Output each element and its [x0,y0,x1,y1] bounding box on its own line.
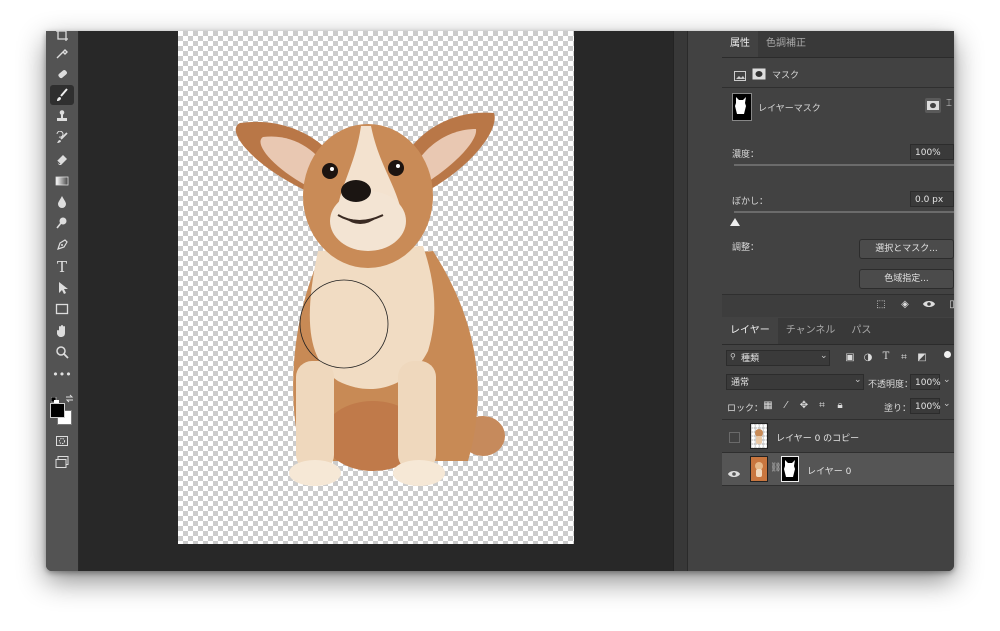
filter-shape-icon[interactable]: ⌗ [896,352,912,363]
document-area [79,31,673,571]
lock-image-icon[interactable]: ⁄ [778,400,794,411]
history-brush-icon[interactable] [50,128,74,148]
feather-slider[interactable] [734,211,954,213]
hand-icon[interactable] [50,321,74,341]
vector-mask-type-icon[interactable] [752,65,766,84]
mask-header: マスク [772,71,800,81]
layer-row[interactable]: レイヤー 0 のコピー [722,420,954,452]
feather-field[interactable]: 0.0 px [910,191,954,207]
layer-mask-thumbnail[interactable] [781,456,799,482]
opacity-chevron-icon[interactable]: ⌄ [943,375,951,385]
layer-thumbnail[interactable] [750,423,768,449]
layer-filter-select[interactable]: 種類 [726,350,830,366]
add-pixel-mask-icon[interactable] [925,98,941,113]
lock-label: ロック： [727,404,764,414]
lock-all-icon[interactable]: 🔒︎ [832,400,848,411]
healing-brush-icon[interactable] [50,64,74,84]
tab-properties[interactable]: 属性 [722,31,758,57]
add-vector-mask-icon[interactable]: ⌶ [946,98,954,113]
filter-type-icon[interactable]: T [878,351,894,362]
blend-mode-value: 通常 [731,378,750,388]
tab-paths[interactable]: パス [843,318,879,344]
eye-icon[interactable] [921,299,937,312]
tab-layers[interactable]: レイヤー [722,318,778,344]
fill-label: 塗り： [884,404,912,414]
collapsed-panel-dock [687,31,723,571]
chevron-down-icon: ⌄ [854,375,862,385]
pen-icon[interactable] [50,235,74,255]
density-label: 濃度： [732,150,760,160]
feather-label: ぼかし： [732,197,769,207]
quick-mask-icon[interactable] [50,431,74,451]
fill-chevron-icon[interactable]: ⌄ [943,399,951,409]
filter-toggle-icon[interactable] [944,351,951,358]
apply-mask-icon[interactable]: ◈ [897,299,913,310]
density-slider[interactable] [734,164,954,166]
lock-transparent-icon[interactable]: ▦ [760,400,776,411]
mask-thumbnail[interactable] [732,93,752,121]
search-icon: ⚲ [730,352,736,361]
stamp-icon[interactable] [50,106,74,126]
brush-icon[interactable] [50,85,74,105]
load-selection-icon[interactable]: ⬚ [873,299,889,310]
photoshop-window: T ••• 属性 色調補正 マスク レイヤーマスク ⌶ 濃度： 100% ぼかし… [46,31,954,571]
pixel-mask-type-icon[interactable] [734,66,746,85]
rectangle-icon[interactable] [50,299,74,319]
color-range-button[interactable]: 色域指定... [859,269,954,289]
density-field[interactable]: 100% [910,144,954,160]
swap-colors-icon[interactable] [65,388,74,407]
collapsed-panel-strip [673,31,688,571]
path-select-icon[interactable] [50,278,74,298]
tab-channels[interactable]: チャンネル [778,318,844,344]
dog-image [235,112,505,486]
filter-smart-object-icon[interactable]: ◩ [914,352,930,363]
layer-row[interactable]: ⛓ レイヤー 0 [722,453,954,485]
canvas[interactable] [178,31,574,544]
more-icon[interactable]: ••• [50,364,74,384]
opacity-field[interactable]: 100% [910,374,941,390]
tab-adjustments[interactable]: 色調補正 [758,31,814,57]
dodge-icon[interactable] [50,213,74,233]
blur-icon[interactable] [50,192,74,212]
layer-name[interactable]: レイヤー 0 のコピー [776,431,859,444]
tools-panel: T ••• [46,31,79,571]
zoom-icon[interactable] [50,342,74,362]
layers-tabs: レイヤー チャンネル パス [722,318,954,345]
properties-footer: ⬚ ◈ ▯ [722,295,954,317]
screen-mode-icon[interactable] [50,452,74,472]
opacity-label: 不透明度： [868,380,914,390]
fill-field[interactable]: 100% [910,398,941,414]
visibility-toggle[interactable] [729,432,740,443]
eraser-icon[interactable] [50,149,74,169]
layer-name[interactable]: レイヤー 0 [807,464,851,477]
feather-slider-thumb[interactable] [730,211,740,230]
eyedropper-icon[interactable] [50,43,74,63]
select-and-mask-button[interactable]: 選択とマスク... [859,239,954,259]
type-icon[interactable]: T [50,257,74,277]
panels-column: 属性 色調補正 マスク レイヤーマスク ⌶ 濃度： 100% ぼかし： 0.0 … [722,31,954,571]
lock-position-icon[interactable]: ✥ [796,400,812,411]
filter-adjustment-icon[interactable]: ◑ [860,352,876,363]
chevron-down-icon: ⌄ [820,351,828,361]
gradient-icon[interactable] [50,171,74,191]
foreground-color-swatch[interactable] [50,403,65,418]
filter-pixel-icon[interactable]: ▣ [842,352,858,363]
lock-artboard-icon[interactable]: ⌗ [814,400,830,411]
layer-thumbnail[interactable] [750,456,768,482]
default-colors-icon[interactable] [50,390,59,405]
link-icon[interactable]: ⛓ [770,463,781,473]
blend-mode-select[interactable]: 通常 [726,374,864,390]
trash-icon[interactable]: ▯ [944,299,954,310]
layer-mask-label: レイヤーマスク [758,104,821,114]
eye-icon[interactable] [728,464,740,483]
properties-tabs: 属性 色調補正 [722,31,954,58]
refine-label: 調整： [732,243,760,253]
layer-filter-value: 種類 [741,354,760,364]
